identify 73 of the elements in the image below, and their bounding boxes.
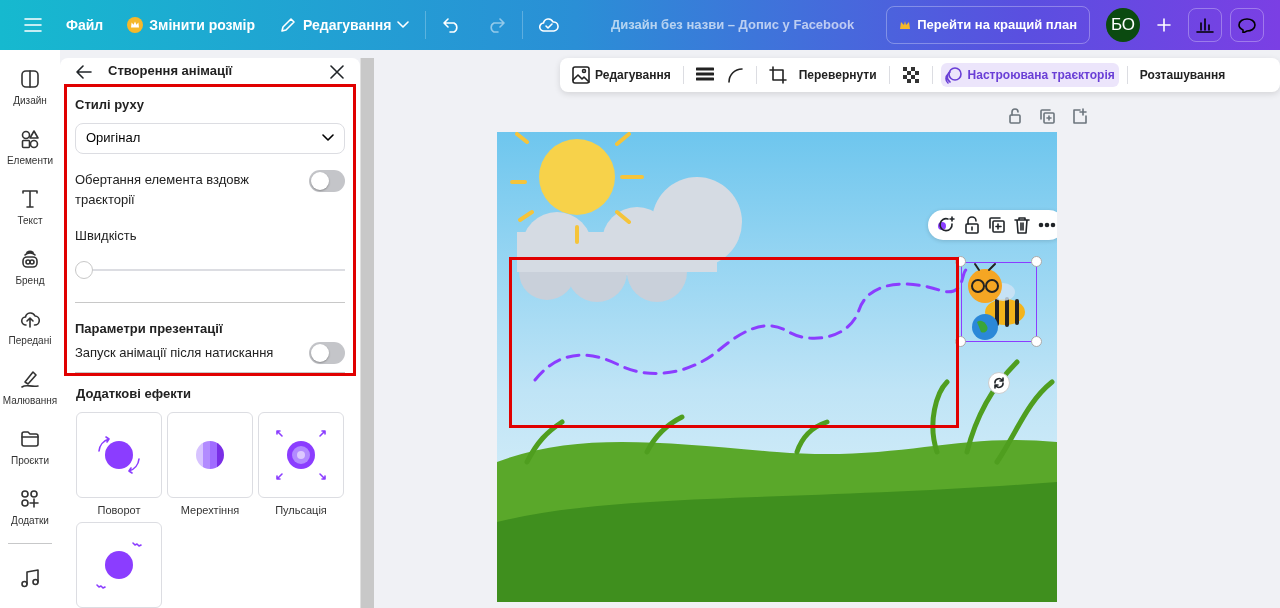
cloud-check-icon — [539, 17, 560, 33]
lock-icon[interactable] — [964, 216, 980, 234]
effect-tile[interactable] — [167, 411, 253, 498]
text-icon — [20, 188, 40, 209]
toggle-label: Обертання елемента вздовж траєкторії — [75, 170, 250, 209]
comment-icon — [1238, 17, 1256, 33]
effect-tile[interactable] — [258, 411, 344, 498]
analytics-button[interactable] — [1188, 8, 1222, 42]
sidebar-item[interactable]: Малювання — [0, 358, 60, 419]
slider-track[interactable] — [75, 261, 345, 278]
crown-icon — [127, 17, 144, 33]
transparency-icon — [901, 66, 920, 84]
image-edit-icon — [572, 66, 590, 84]
sidebar-item[interactable]: Текст — [0, 178, 60, 239]
comments-button[interactable] — [1230, 8, 1264, 42]
toggle-label: Запуск анімації після натискання — [75, 344, 274, 363]
slider-thumb[interactable] — [75, 261, 93, 280]
sidebar-item[interactable]: Бренд — [0, 238, 60, 299]
add-page-icon[interactable] — [1071, 108, 1087, 124]
sidebar-item[interactable]: Проєкти — [0, 418, 60, 479]
section-heading: Стилі руху — [75, 96, 145, 114]
apps-icon — [20, 489, 40, 510]
scrollbar[interactable] — [360, 58, 374, 608]
effect-label: Поворот — [97, 502, 141, 518]
more-icon[interactable] — [1038, 222, 1056, 228]
duplicate-icon[interactable] — [988, 216, 1006, 234]
menu-icon — [24, 18, 42, 32]
rotate-icon — [993, 377, 1005, 389]
layout-icon — [20, 68, 40, 89]
sidebar-item[interactable]: Передані — [0, 298, 60, 359]
toggle-switch[interactable] — [309, 342, 345, 364]
upload-icon — [20, 309, 40, 329]
toolbar-button[interactable]: Настроювана траєкторія — [940, 63, 1119, 87]
music-icon — [20, 567, 40, 588]
delete-icon[interactable] — [1014, 216, 1030, 234]
plus-icon — [1156, 17, 1172, 33]
crown-icon — [899, 20, 912, 30]
effect-label: Пульсація — [275, 502, 327, 518]
bar-chart-icon — [1196, 17, 1214, 33]
toolbar-button[interactable]: Редагування — [568, 63, 675, 87]
pencil-icon — [279, 16, 297, 34]
sidebar-item[interactable]: Додатки — [0, 478, 60, 539]
sidebar-item[interactable]: Дизайн — [0, 58, 60, 119]
effect-tile[interactable] — [76, 411, 162, 498]
crop-icon — [768, 66, 787, 84]
upgrade-button[interactable]: Перейти на кращий план — [886, 6, 1090, 44]
effect-tile[interactable] — [76, 522, 162, 608]
section-heading: Параметри презентації — [75, 319, 224, 338]
border-style-icon — [695, 66, 714, 84]
field-label: Швидкість — [75, 226, 138, 245]
toggle-switch[interactable] — [309, 169, 345, 192]
section-heading: Додаткові ефекти — [75, 385, 193, 403]
motion-path-icon — [944, 66, 963, 84]
brand-icon — [20, 248, 40, 269]
corner-rounding-icon — [725, 66, 744, 84]
folder-icon — [20, 429, 40, 450]
motion-style-dropdown[interactable]: Оригінал — [75, 122, 345, 154]
sidebar-item[interactable]: Елементи — [0, 118, 60, 179]
draw-icon — [20, 369, 40, 390]
back-arrow-icon — [76, 64, 92, 79]
avatar[interactable]: БО — [1106, 8, 1140, 42]
chevron-down-icon — [322, 134, 334, 143]
shapes-icon — [20, 128, 40, 149]
resize-handle[interactable] — [1031, 336, 1042, 347]
design-title: Дизайн без назви – Допис у Facebook — [610, 16, 855, 35]
chevron-down-icon — [397, 21, 410, 29]
sparkle-comment-icon[interactable] — [936, 216, 956, 234]
resize-handle[interactable] — [1031, 256, 1042, 267]
toolbar-button[interactable]: Розташування — [1135, 63, 1230, 87]
toolbar-button[interactable]: Перевернути — [794, 63, 881, 87]
effect-label: Мерехтіння — [180, 502, 240, 518]
panel-title: Створення анімації — [108, 62, 234, 81]
close-icon — [330, 64, 344, 79]
